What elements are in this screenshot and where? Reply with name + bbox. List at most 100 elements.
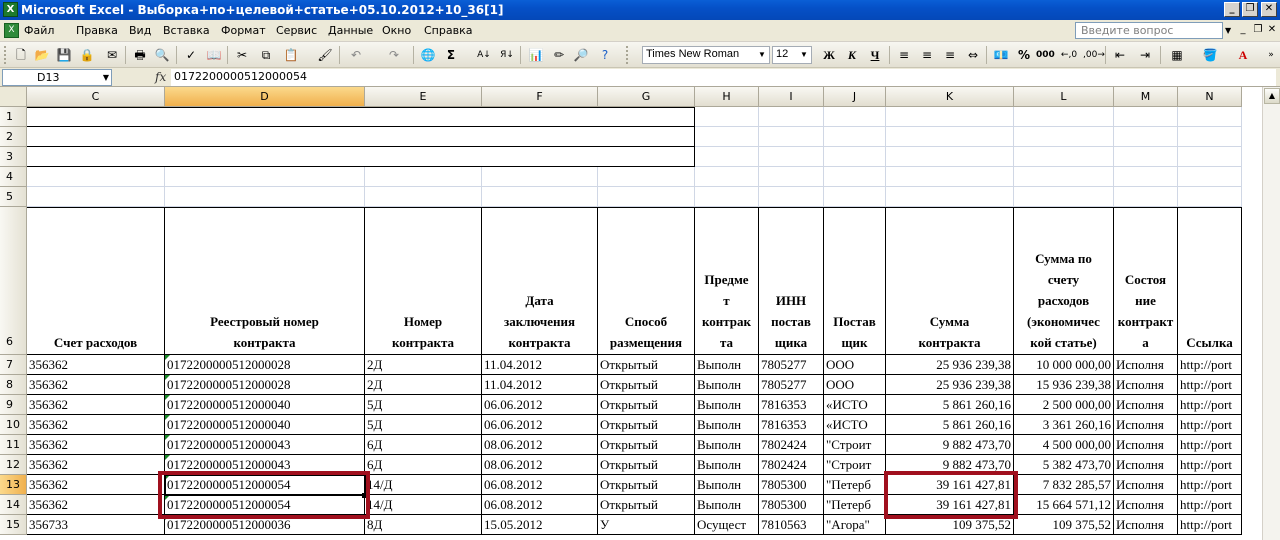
table-cell[interactable]: 10 000 000,00: [1014, 355, 1114, 375]
help-question-input[interactable]: Введите вопрос: [1075, 22, 1223, 39]
undo-icon[interactable]: ↶: [347, 46, 365, 64]
redo-icon[interactable]: ↷: [385, 46, 403, 64]
cell-e4[interactable]: [365, 167, 482, 187]
menu-tools[interactable]: Сервис: [276, 24, 317, 37]
table-cell[interactable]: http://port: [1178, 435, 1242, 455]
workbook-icon[interactable]: X: [4, 23, 19, 38]
row-header-7[interactable]: 7: [0, 355, 27, 375]
table-cell[interactable]: 7805300: [759, 495, 824, 515]
doc-minimize-icon[interactable]: _: [1236, 23, 1250, 37]
save-icon[interactable]: 💾: [55, 46, 73, 64]
paste-icon[interactable]: 📋: [282, 46, 300, 64]
table-cell[interactable]: http://port: [1178, 375, 1242, 395]
cell-h1[interactable]: [695, 107, 759, 127]
column-header-k[interactable]: K: [886, 87, 1014, 107]
increase-decimal-icon[interactable]: ←,0: [1060, 46, 1078, 64]
table-cell[interactable]: Открытый: [598, 455, 695, 475]
table-cell[interactable]: 06.08.2012: [482, 495, 598, 515]
table-cell[interactable]: 2 500 000,00: [1014, 395, 1114, 415]
merge-center-icon[interactable]: ⇔: [964, 46, 982, 64]
align-right-icon[interactable]: ≡: [941, 46, 959, 64]
table-cell[interactable]: 5Д: [365, 395, 482, 415]
cell-i5[interactable]: [759, 187, 824, 207]
table-cell[interactable]: http://port: [1178, 515, 1242, 535]
table-cell[interactable]: 06.08.2012: [482, 475, 598, 495]
cell-f5[interactable]: [482, 187, 598, 207]
cell-i4[interactable]: [759, 167, 824, 187]
table-cell[interactable]: Исполня: [1114, 495, 1178, 515]
currency-icon[interactable]: 💶: [992, 46, 1010, 64]
table-cell[interactable]: 356362: [27, 435, 165, 455]
table-cell[interactable]: Осущест: [695, 515, 759, 535]
print-icon[interactable]: 🖶: [131, 46, 149, 64]
cell-h2[interactable]: [695, 127, 759, 147]
column-header-l[interactable]: L: [1014, 87, 1114, 107]
thousands-button[interactable]: 000: [1036, 46, 1055, 64]
table-cell[interactable]: 0172200000512000028: [165, 375, 365, 395]
cell-e5[interactable]: [365, 187, 482, 207]
table-cell[interactable]: Выполн: [695, 435, 759, 455]
scroll-up-icon[interactable]: ▲: [1264, 88, 1280, 104]
spelling-icon[interactable]: ✓: [182, 46, 200, 64]
row-header-11[interactable]: 11: [0, 435, 27, 455]
select-all-corner[interactable]: [0, 87, 27, 107]
chevron-down-icon[interactable]: ▼: [1225, 26, 1231, 35]
menu-data[interactable]: Данные: [328, 24, 373, 37]
cell-l2[interactable]: [1014, 127, 1114, 147]
percent-button[interactable]: %: [1015, 46, 1033, 64]
table-cell[interactable]: "Строит: [824, 435, 886, 455]
format-painter-icon[interactable]: 🖌: [316, 46, 334, 64]
cell-l3[interactable]: [1014, 147, 1114, 167]
table-cell[interactable]: 5Д: [365, 415, 482, 435]
font-name-select[interactable]: Times New Roman ▼: [642, 46, 770, 64]
table-cell[interactable]: 0172200000512000040: [165, 395, 365, 415]
table-cell[interactable]: http://port: [1178, 475, 1242, 495]
table-cell[interactable]: 356362: [27, 455, 165, 475]
italic-button[interactable]: К: [843, 46, 861, 64]
copy-icon[interactable]: ⧉: [257, 46, 275, 64]
table-cell[interactable]: 15.05.2012: [482, 515, 598, 535]
table-cell[interactable]: Выполн: [695, 455, 759, 475]
menu-view[interactable]: Вид: [129, 24, 151, 37]
column-header-e[interactable]: E: [365, 87, 482, 107]
table-cell[interactable]: "Агора": [824, 515, 886, 535]
column-header-c[interactable]: C: [27, 87, 165, 107]
column-header-h[interactable]: H: [695, 87, 759, 107]
cell-g5[interactable]: [598, 187, 695, 207]
table-cell[interactable]: 356362: [27, 475, 165, 495]
table-cell[interactable]: Выполн: [695, 495, 759, 515]
table-cell[interactable]: 4 500 000,00: [1014, 435, 1114, 455]
open-icon[interactable]: 📂: [33, 46, 51, 64]
toolbar-options-icon[interactable]: »: [1262, 46, 1280, 64]
permission-icon[interactable]: 🔒: [78, 46, 96, 64]
cell-j2[interactable]: [824, 127, 886, 147]
cell-n3[interactable]: [1178, 147, 1242, 167]
cell-k4[interactable]: [886, 167, 1014, 187]
table-cell[interactable]: Открытый: [598, 435, 695, 455]
cell-c4[interactable]: [27, 167, 165, 187]
decrease-indent-icon[interactable]: ⇤: [1111, 46, 1129, 64]
name-box[interactable]: D13 ▼: [2, 69, 112, 86]
sort-descending-icon[interactable]: Я↓: [498, 46, 516, 64]
cell-n1[interactable]: [1178, 107, 1242, 127]
cell-l1[interactable]: [1014, 107, 1114, 127]
cell-k2[interactable]: [886, 127, 1014, 147]
table-cell[interactable]: ООО: [824, 375, 886, 395]
insert-function-icon[interactable]: fx: [155, 70, 166, 84]
cell-h4[interactable]: [695, 167, 759, 187]
table-cell[interactable]: 7805277: [759, 355, 824, 375]
print-preview-icon[interactable]: 🔍: [153, 46, 171, 64]
table-cell[interactable]: 0172200000512000040: [165, 415, 365, 435]
research-icon[interactable]: 📖: [205, 46, 223, 64]
menu-help[interactable]: Справка: [424, 24, 472, 37]
table-cell[interactable]: 7 832 285,57: [1014, 475, 1114, 495]
row-header-9[interactable]: 9: [0, 395, 27, 415]
table-cell[interactable]: 5 382 473,70: [1014, 455, 1114, 475]
column-header-m[interactable]: M: [1114, 87, 1178, 107]
table-cell[interactable]: "Строит: [824, 455, 886, 475]
table-cell[interactable]: 7810563: [759, 515, 824, 535]
cell-j1[interactable]: [824, 107, 886, 127]
chevron-down-icon[interactable]: ▼: [798, 48, 810, 62]
table-cell[interactable]: 356362: [27, 375, 165, 395]
table-cell[interactable]: 08.06.2012: [482, 455, 598, 475]
